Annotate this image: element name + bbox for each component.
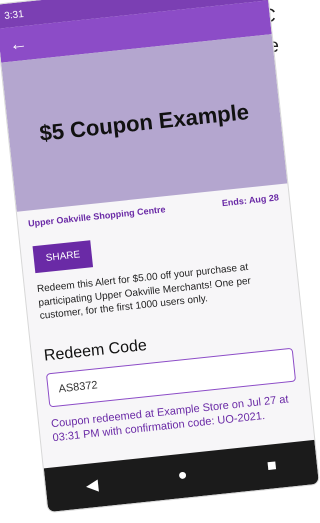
nav-recent-icon[interactable]: ■ [266,457,278,476]
phone-screen: 3:31 ▴ ▾ ▮ ← $5 Coupon Example Upper Oak… [0,0,320,514]
android-navbar: ◀ ● ■ [43,439,319,513]
arrow-left-icon[interactable]: ← [8,32,28,55]
nav-home-icon[interactable]: ● [177,466,189,485]
coupon-hero: $5 Coupon Example [1,34,288,212]
phone-mockup: 3:31 ▴ ▾ ▮ ← $5 Coupon Example Upper Oak… [0,0,320,514]
coupon-ends: Ends: Aug 28 [221,192,280,209]
status-time: 3:31 [3,8,25,22]
redeem-code-value: AS8372 [57,378,99,395]
nav-back-icon[interactable]: ◀ [85,475,99,496]
coupon-title: $5 Coupon Example [38,99,251,146]
coupon-location: Upper Oakville Shopping Centre [27,204,166,229]
